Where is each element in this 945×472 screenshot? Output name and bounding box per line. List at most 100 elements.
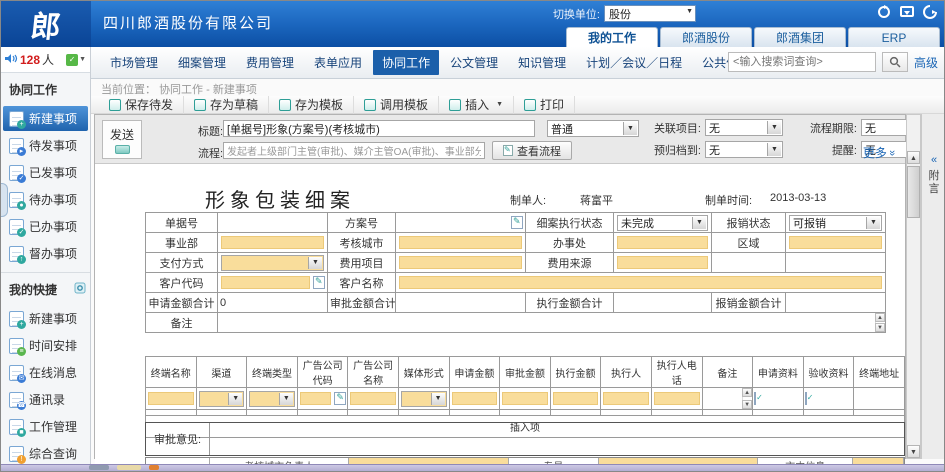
sidebar-item[interactable]: ↑ 督办事项 xyxy=(3,241,88,266)
scroll-up-icon[interactable]: ▲ xyxy=(875,313,885,322)
sidebar-item[interactable]: ● 待办事项 xyxy=(3,187,88,212)
edit-icon[interactable] xyxy=(334,392,346,405)
detail-remark-cell[interactable]: ▲▼ xyxy=(702,388,753,410)
sidebar-item[interactable]: ☎ 通讯录 xyxy=(3,387,88,412)
menu-item[interactable]: 细案管理 xyxy=(169,50,235,75)
logout-icon[interactable] xyxy=(922,4,938,20)
workspace-tab[interactable]: 我的工作 xyxy=(566,27,658,47)
approval-comments-area[interactable] xyxy=(210,423,904,455)
flow-input[interactable] xyxy=(223,142,485,159)
expense-source-input[interactable] xyxy=(617,256,708,269)
search-icon[interactable] xyxy=(882,52,908,72)
search-input[interactable] xyxy=(728,52,876,72)
approve-amount-input[interactable] xyxy=(502,392,548,405)
plan-number-cell xyxy=(396,213,526,233)
pay-method-select[interactable] xyxy=(221,255,324,271)
expense-source-cell xyxy=(614,253,712,273)
exec-amount-input[interactable] xyxy=(553,392,599,405)
plan-number-input[interactable] xyxy=(399,216,508,229)
attachment-icon[interactable] xyxy=(754,392,756,405)
more-options-link[interactable]: 更多 » xyxy=(863,144,895,161)
customer-name-input[interactable] xyxy=(399,276,882,289)
exec-status-select[interactable]: 未完成 xyxy=(617,215,708,231)
ad-company-name-input[interactable] xyxy=(350,392,396,405)
vertical-scrollbar[interactable]: ▲ ▼ xyxy=(906,114,921,459)
expense-item-input[interactable] xyxy=(399,256,522,269)
scrollbar-thumb[interactable] xyxy=(907,166,920,218)
toolbar-button[interactable]: 插入 xyxy=(439,96,514,114)
view-flow-button[interactable]: 查看流程 xyxy=(492,141,572,160)
attachment-icon[interactable] xyxy=(805,392,807,405)
unit-select[interactable]: 股份 xyxy=(604,5,696,22)
apply-amount-input[interactable] xyxy=(452,392,498,405)
sidebar-item[interactable]: ■ 工作管理 xyxy=(3,414,88,439)
sidebar-item[interactable]: ✉ 在线消息 xyxy=(3,360,88,385)
scroll-up-icon[interactable]: ▲ xyxy=(742,388,752,397)
sidebar-item[interactable]: + 新建事项 xyxy=(3,106,88,131)
executor-input[interactable] xyxy=(603,392,649,405)
edit-icon[interactable] xyxy=(511,216,523,229)
reimburse-total-cell xyxy=(786,293,886,313)
doc-number-cell[interactable] xyxy=(218,213,328,233)
taskbar-icon[interactable] xyxy=(117,465,141,470)
compose-option-select[interactable]: 无 xyxy=(705,119,783,136)
priority-select[interactable]: 普通 xyxy=(547,120,639,137)
toolbar-button[interactable]: 存为草稿 xyxy=(184,96,269,114)
reimburse-status-select[interactable]: 可报销 xyxy=(789,215,882,231)
customer-code-input[interactable] xyxy=(221,276,310,289)
compose-option-select[interactable]: 无 xyxy=(705,141,783,158)
sidebar-item[interactable]: + 新建事项 xyxy=(3,306,88,331)
desktop-icon[interactable] xyxy=(899,4,915,20)
scroll-down-icon[interactable]: ▼ xyxy=(907,445,920,458)
channel-select[interactable] xyxy=(199,391,245,407)
send-button[interactable]: 发送 xyxy=(102,120,142,159)
scroll-down-icon[interactable]: ▼ xyxy=(742,400,752,409)
sidebar-item[interactable]: ≡ 时间安排 xyxy=(3,333,88,358)
toolbar-button[interactable]: 保存待发 xyxy=(99,96,184,114)
advanced-search-link[interactable]: 高级 xyxy=(914,54,938,71)
sidebar-item-label: 时间安排 xyxy=(29,337,77,354)
scroll-up-icon[interactable]: ▲ xyxy=(907,151,920,164)
toolbar-button[interactable]: 存为模板 xyxy=(269,96,354,114)
menu-item[interactable]: 费用管理 xyxy=(237,50,303,75)
quick-settings-icon[interactable] xyxy=(74,282,86,297)
ad-company-code-input[interactable] xyxy=(300,392,332,405)
menu-item[interactable]: 表单应用 xyxy=(305,50,371,75)
menu-item[interactable]: 计划／会议／日程 xyxy=(577,50,691,75)
sidebar-collapse-handle[interactable] xyxy=(1,183,8,217)
attachment-note-tab[interactable]: 附言 xyxy=(922,170,945,196)
assess-city-input[interactable] xyxy=(399,236,522,249)
shortcut-icon: + xyxy=(9,311,24,327)
scroll-down-icon[interactable]: ▼ xyxy=(875,323,885,332)
edit-icon[interactable] xyxy=(313,276,325,289)
executor-phone-input[interactable] xyxy=(654,392,700,405)
title-input[interactable] xyxy=(223,120,535,137)
presence-status-toggle[interactable]: ✓ ▼ xyxy=(66,54,86,66)
media-form-select[interactable] xyxy=(401,391,447,407)
sidebar-item[interactable]: ✓ 已发事项 xyxy=(3,160,88,185)
division-input[interactable] xyxy=(221,236,324,249)
menu-item[interactable]: 市场管理 xyxy=(101,50,167,75)
sidebar-item[interactable]: ▸ 待发事项 xyxy=(3,133,88,158)
panel-collapse-icon[interactable]: « xyxy=(922,154,945,166)
region-input[interactable] xyxy=(789,236,882,249)
workspace-tab[interactable]: 郎酒股份 xyxy=(660,27,752,47)
toolbar-button[interactable]: 打印 xyxy=(514,96,575,114)
refresh-icon[interactable] xyxy=(876,4,892,20)
menu-item[interactable]: 协同工作 xyxy=(373,50,439,75)
taskbar-icon[interactable] xyxy=(89,465,109,470)
menu-item[interactable]: 知识管理 xyxy=(509,50,575,75)
terminal-name-input[interactable] xyxy=(148,392,194,405)
workspace-tab[interactable]: ERP xyxy=(848,27,940,47)
terminal-type-select[interactable] xyxy=(249,391,295,407)
taskbar-icon[interactable] xyxy=(149,465,159,470)
sidebar-item[interactable]: ✓ 已办事项 xyxy=(3,214,88,239)
toolbar-button[interactable]: 调用模板 xyxy=(354,96,439,114)
terminal-address-cell[interactable] xyxy=(854,388,905,410)
remark-textarea[interactable] xyxy=(218,313,874,332)
sidebar-item[interactable]: ! 综合查询 xyxy=(3,441,88,466)
workspace-tab[interactable]: 郎酒集团 xyxy=(754,27,846,47)
speaker-icon[interactable] xyxy=(5,51,18,69)
office-input[interactable] xyxy=(617,236,708,249)
menu-item[interactable]: 公文管理 xyxy=(441,50,507,75)
